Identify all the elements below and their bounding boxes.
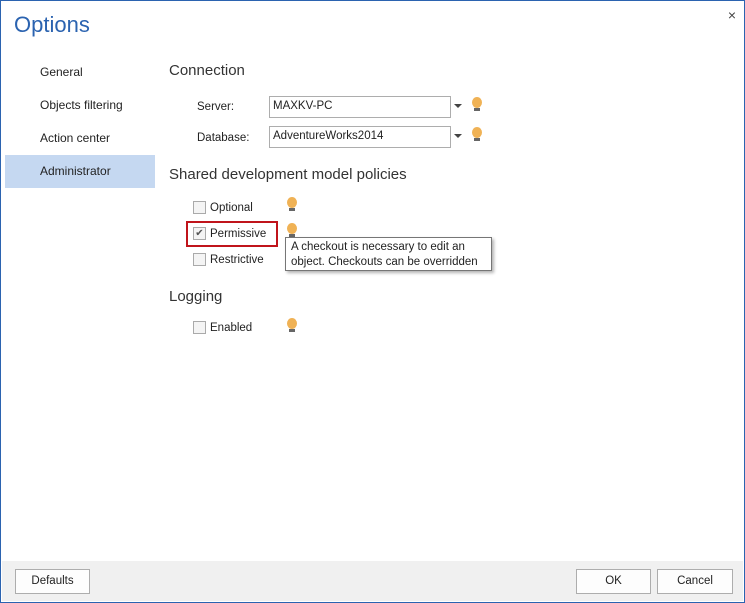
tooltip: A checkout is necessary to edit an objec… (285, 237, 492, 271)
sidebar-item-general[interactable]: General (5, 56, 155, 89)
logging-enabled-label[interactable]: Enabled (210, 322, 252, 334)
highlight-box (186, 221, 278, 247)
server-label: Server: (197, 101, 235, 113)
sidebar-nav: General Objects filtering Action center … (5, 56, 155, 188)
restrictive-checkbox[interactable] (193, 253, 206, 266)
close-icon[interactable]: × (728, 7, 736, 23)
server-dropdown-icon[interactable] (454, 104, 462, 108)
server-combo[interactable]: MAXKV-PC (269, 96, 451, 118)
logging-heading: Logging (169, 288, 223, 305)
database-label: Database: (197, 132, 250, 144)
policies-heading: Shared development model policies (169, 166, 407, 183)
optional-checkbox[interactable] (193, 201, 206, 214)
dialog-title: Options (14, 12, 90, 37)
optional-hint-bulb-icon[interactable] (286, 197, 298, 213)
dialog-footer: Defaults OK Cancel (2, 561, 743, 601)
database-dropdown-icon[interactable] (454, 134, 462, 138)
database-combo[interactable]: AdventureWorks2014 (269, 126, 451, 148)
database-hint-bulb-icon[interactable] (471, 127, 483, 143)
logging-enabled-checkbox[interactable] (193, 321, 206, 334)
server-hint-bulb-icon[interactable] (471, 97, 483, 113)
sidebar-item-administrator[interactable]: Administrator (5, 155, 155, 188)
sidebar-item-objects-filtering[interactable]: Objects filtering (5, 89, 155, 122)
restrictive-label[interactable]: Restrictive (210, 254, 264, 266)
defaults-button[interactable]: Defaults (15, 569, 90, 594)
ok-button[interactable]: OK (576, 569, 651, 594)
sidebar-item-action-center[interactable]: Action center (5, 122, 155, 155)
connection-heading: Connection (169, 62, 245, 79)
optional-label[interactable]: Optional (210, 202, 253, 214)
cancel-button[interactable]: Cancel (657, 569, 733, 594)
logging-hint-bulb-icon[interactable] (286, 318, 298, 334)
options-dialog: Options × General Objects filtering Acti… (0, 0, 745, 603)
